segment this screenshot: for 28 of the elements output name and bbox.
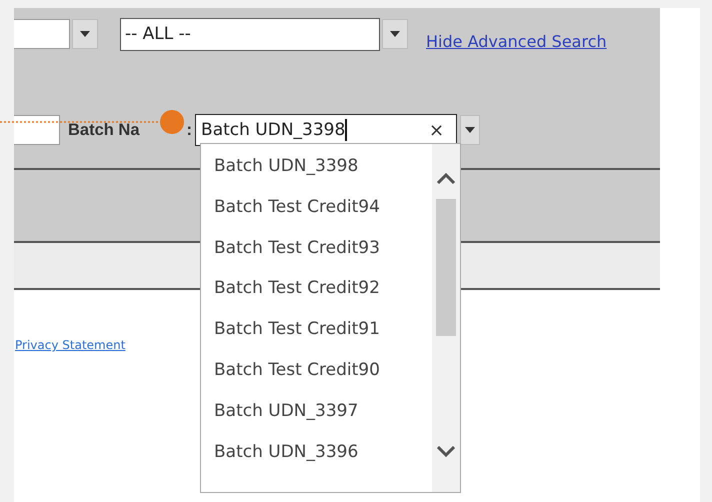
caret-icon bbox=[390, 31, 400, 37]
scrollbar-thumb[interactable] bbox=[436, 199, 456, 336]
input-field[interactable] bbox=[14, 115, 60, 145]
status-select[interactable]: -- ALL -- bbox=[120, 18, 380, 50]
dropdown-option[interactable]: Batch Test Credit93 bbox=[201, 234, 432, 274]
field-value: Batch UDN_3398 bbox=[201, 120, 346, 140]
dropdown-option[interactable]: Batch UDN_3397 bbox=[201, 396, 432, 438]
dropdown-option[interactable]: Batch Test Credit90 bbox=[201, 356, 432, 397]
dropdown-button[interactable] bbox=[382, 19, 408, 49]
scroll-down-icon[interactable] bbox=[437, 446, 455, 457]
batch-name-field[interactable]: Batch UDN_3398 × bbox=[195, 114, 458, 146]
dropdown-option[interactable]: Batch Test Credit92 bbox=[201, 274, 432, 316]
dropdown-option[interactable]: Batch Test Credit94 bbox=[201, 192, 432, 234]
caret-icon bbox=[80, 31, 90, 37]
dropdown-button[interactable] bbox=[72, 19, 98, 49]
field-label: Batch Na bbox=[68, 120, 140, 140]
dropdown-button[interactable] bbox=[460, 115, 480, 145]
caret-icon bbox=[465, 127, 476, 133]
privacy-statement-link[interactable]: Privacy Statement bbox=[15, 338, 126, 352]
dropdown-option[interactable]: Batch UDN_3396 bbox=[201, 438, 432, 478]
scrollbar[interactable] bbox=[432, 144, 460, 492]
dropdown-option[interactable]: Batch Test Credit91 bbox=[201, 315, 432, 356]
field-label: : bbox=[186, 120, 192, 140]
scroll-up-icon[interactable] bbox=[437, 173, 455, 184]
select-field[interactable] bbox=[14, 19, 70, 49]
hide-advanced-search-link[interactable]: Hide Advanced Search bbox=[426, 32, 607, 50]
clear-button[interactable]: × bbox=[428, 120, 444, 140]
dropdown-option[interactable]: Batch UDN_3398 bbox=[201, 152, 432, 193]
